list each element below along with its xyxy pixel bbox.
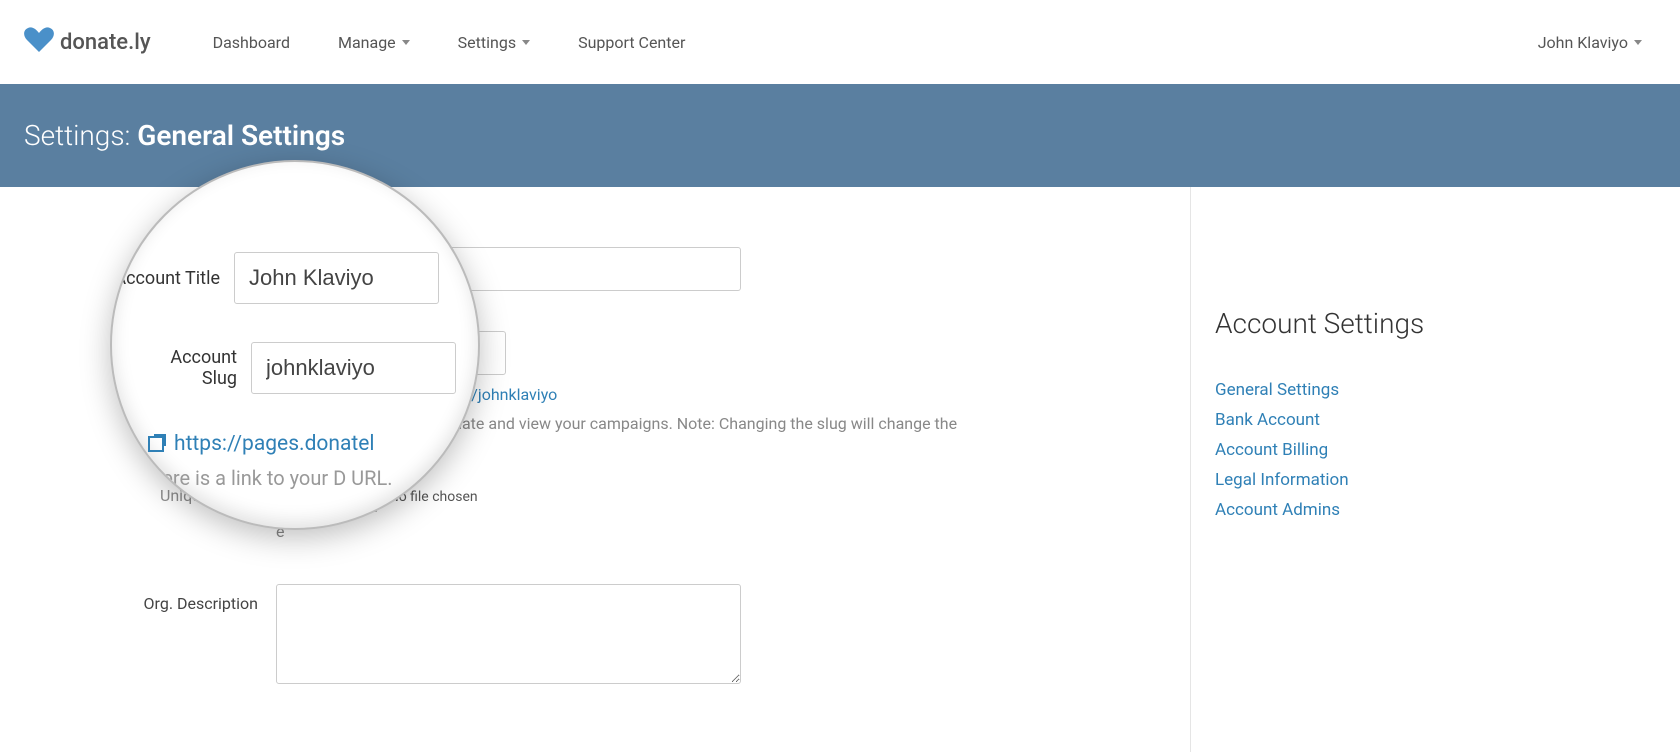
mag-label-account-title: Account Title [114,268,234,289]
nav-support-center-label: Support Center [578,33,685,52]
mag-slug-link[interactable]: https://pages.donatel [174,432,375,456]
nav-user: John Klaviyo [1524,23,1656,62]
settings-sidebar: Account Settings General Settings Bank A… [1190,187,1680,752]
mag-label-account-slug: Account Slug [134,347,251,389]
chevron-down-icon [522,40,530,45]
user-menu[interactable]: John Klaviyo [1524,23,1656,62]
image-note: e [276,520,1076,544]
sidebar-item-general-settings[interactable]: General Settings [1215,380,1656,400]
magnifier-overlay: Account Title Account Slug https://pages… [110,160,480,530]
top-nav: donate.ly Dashboard Manage Settings Supp… [0,0,1680,84]
primary-nav: Dashboard Manage Settings Support Center [199,23,700,62]
org-description-input[interactable] [276,584,741,684]
mag-row-account-title: Account Title [134,252,456,304]
mag-row-account-slug: Account Slug [134,342,456,394]
chevron-down-icon [402,40,410,45]
sidebar-item-account-billing[interactable]: Account Billing [1215,440,1656,460]
page-title: Settings: General Settings [24,119,345,152]
mag-help-text: Here is a link to your D URL. [134,464,456,492]
logo[interactable]: donate.ly [24,27,151,57]
sidebar-item-bank-account[interactable]: Bank Account [1215,410,1656,430]
page-title-main: General Settings [137,119,345,152]
nav-settings[interactable]: Settings [444,23,544,62]
label-org-description: Org. Description [24,584,276,688]
mag-account-title-input[interactable] [234,252,439,304]
mag-account-slug-input[interactable] [251,342,456,394]
nav-support-center[interactable]: Support Center [564,23,699,62]
external-link-icon [148,436,164,452]
heart-icon [24,27,54,57]
nav-manage[interactable]: Manage [324,23,424,62]
nav-manage-label: Manage [338,33,396,52]
row-org-description: Org. Description [24,584,1166,688]
sidebar-title: Account Settings [1215,307,1656,340]
nav-dashboard[interactable]: Dashboard [199,23,304,62]
nav-settings-label: Settings [458,33,516,52]
nav-dashboard-label: Dashboard [213,33,290,52]
chevron-down-icon [1634,40,1642,45]
sidebar-item-account-admins[interactable]: Account Admins [1215,500,1656,520]
user-name-label: John Klaviyo [1538,33,1628,52]
logo-text: donate.ly [60,30,151,55]
page-title-prefix: Settings: [24,119,130,152]
sidebar-item-legal-information[interactable]: Legal Information [1215,470,1656,490]
